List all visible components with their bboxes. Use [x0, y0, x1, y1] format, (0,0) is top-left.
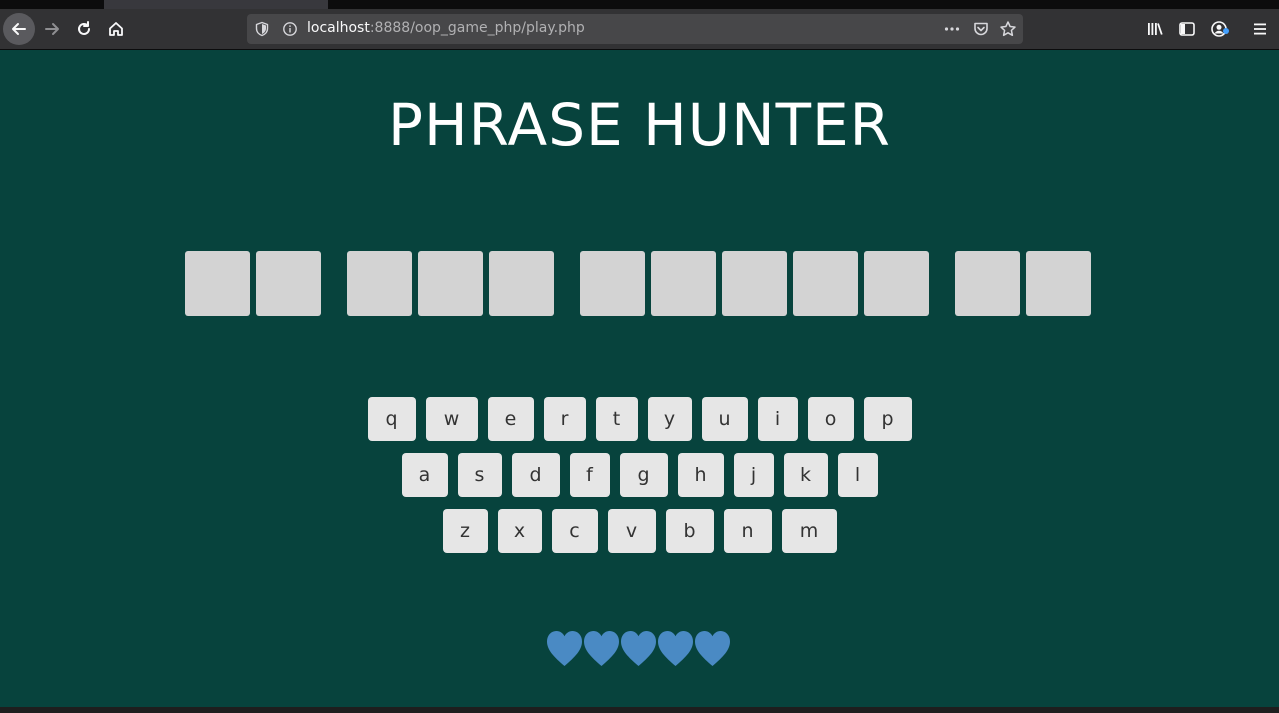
hidden-letter-box [418, 251, 483, 316]
key-v[interactable]: v [607, 509, 656, 553]
phrase-word [347, 251, 554, 316]
hidden-letter-box [722, 251, 787, 316]
library-icon[interactable] [1146, 20, 1164, 38]
arrow-left-icon [12, 23, 26, 35]
key-f[interactable]: f [569, 453, 610, 497]
hidden-letter-box [864, 251, 929, 316]
key-n[interactable]: n [723, 509, 772, 553]
home-icon [109, 22, 123, 36]
reload-button[interactable] [68, 13, 100, 45]
keyboard-row: asdfghjkl [0, 453, 1279, 497]
lives-display [546, 629, 731, 669]
key-a[interactable]: a [401, 453, 448, 497]
key-t[interactable]: t [595, 397, 638, 441]
key-j[interactable]: j [733, 453, 774, 497]
game-page: PHRASE HUNTER qwertyuiop asdfghjkl zxcvbnm [0, 50, 1279, 707]
game-title: PHRASE HUNTER [388, 91, 891, 159]
heart-icon [547, 631, 582, 666]
home-button[interactable] [100, 13, 132, 45]
phrase-word [580, 251, 929, 316]
url-text[interactable]: localhost:8888/oop_game_php/play.php [307, 20, 585, 36]
onscreen-keyboard: qwertyuiop asdfghjkl zxcvbnm [0, 397, 1279, 565]
background-window-edge [0, 707, 1279, 713]
reload-icon [78, 21, 90, 35]
key-o[interactable]: o [807, 397, 854, 441]
back-button[interactable] [3, 13, 35, 45]
hidden-letter-box [489, 251, 554, 316]
key-d[interactable]: d [511, 453, 560, 497]
key-l[interactable]: l [837, 453, 878, 497]
hidden-letter-box [580, 251, 645, 316]
key-x[interactable]: x [497, 509, 542, 553]
hidden-letter-box [651, 251, 716, 316]
hamburger-menu-icon[interactable] [1251, 20, 1269, 38]
key-z[interactable]: z [442, 509, 488, 553]
tab-strip [0, 0, 1279, 9]
page-actions-icon[interactable] [943, 20, 961, 38]
pocket-icon[interactable] [972, 20, 990, 38]
heart-icon [658, 631, 693, 666]
phrase-word [955, 251, 1091, 316]
bookmark-star-icon[interactable] [999, 20, 1017, 38]
key-s[interactable]: s [457, 453, 502, 497]
heart-icon [621, 631, 656, 666]
key-r[interactable]: r [543, 397, 586, 441]
arrow-right-icon [45, 23, 59, 35]
key-g[interactable]: g [619, 453, 668, 497]
url-bar[interactable]: localhost:8888/oop_game_php/play.php [247, 14, 1023, 44]
site-info-icon[interactable] [282, 21, 298, 37]
key-i[interactable]: i [757, 397, 798, 441]
sidebar-icon[interactable] [1178, 20, 1196, 38]
key-q[interactable]: q [367, 397, 416, 441]
hidden-letter-box [185, 251, 250, 316]
phrase-word [185, 251, 321, 316]
phrase-board [185, 251, 1091, 316]
key-w[interactable]: w [425, 397, 478, 441]
heart-icon [695, 631, 730, 666]
key-e[interactable]: e [487, 397, 534, 441]
notification-dot [1223, 28, 1229, 34]
active-tab[interactable] [104, 0, 328, 9]
tracking-shield-icon[interactable] [254, 21, 270, 37]
key-p[interactable]: p [863, 397, 912, 441]
hidden-letter-box [793, 251, 858, 316]
key-b[interactable]: b [665, 509, 714, 553]
keyboard-row: qwertyuiop [0, 397, 1279, 441]
hidden-letter-box [1026, 251, 1091, 316]
hidden-letter-box [347, 251, 412, 316]
forward-button[interactable] [36, 13, 68, 45]
key-y[interactable]: y [647, 397, 692, 441]
heart-icon [584, 631, 619, 666]
key-m[interactable]: m [781, 509, 837, 553]
key-u[interactable]: u [701, 397, 748, 441]
keyboard-row: zxcvbnm [0, 509, 1279, 553]
url-path: :8888/oop_game_php/play.php [369, 20, 585, 36]
hidden-letter-box [955, 251, 1020, 316]
url-host: localhost [307, 20, 370, 36]
key-c[interactable]: c [551, 509, 598, 553]
key-k[interactable]: k [783, 453, 828, 497]
hidden-letter-box [256, 251, 321, 316]
browser-toolbar: localhost:8888/oop_game_php/play.php [0, 9, 1279, 50]
key-h[interactable]: h [677, 453, 724, 497]
